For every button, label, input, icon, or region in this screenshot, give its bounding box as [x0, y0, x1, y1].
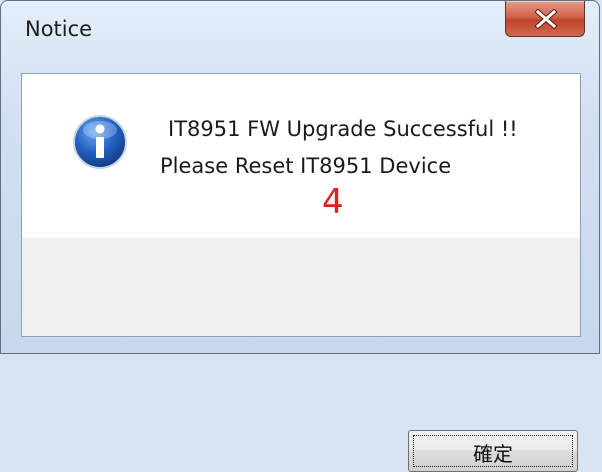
- ok-button-label: 確定: [473, 442, 513, 466]
- info-icon: [73, 115, 127, 169]
- ok-button[interactable]: 確定: [408, 430, 578, 472]
- button-bar: 確定: [22, 238, 580, 472]
- notice-dialog: Notice IT8951 FW Upgrade Successful !! P…: [0, 0, 600, 472]
- close-button[interactable]: [505, 1, 585, 37]
- message-line-1: IT8951 FW Upgrade Successful !!: [168, 117, 518, 141]
- title-bar[interactable]: Notice: [1, 1, 599, 73]
- window-title: Notice: [25, 17, 93, 41]
- dialog-client-area: IT8951 FW Upgrade Successful !! Please R…: [21, 73, 581, 472]
- message-area: IT8951 FW Upgrade Successful !! Please R…: [22, 74, 580, 238]
- close-x-icon: [534, 9, 558, 29]
- message-line-2: Please Reset IT8951 Device: [160, 154, 452, 178]
- annotation-number: 4: [322, 182, 344, 222]
